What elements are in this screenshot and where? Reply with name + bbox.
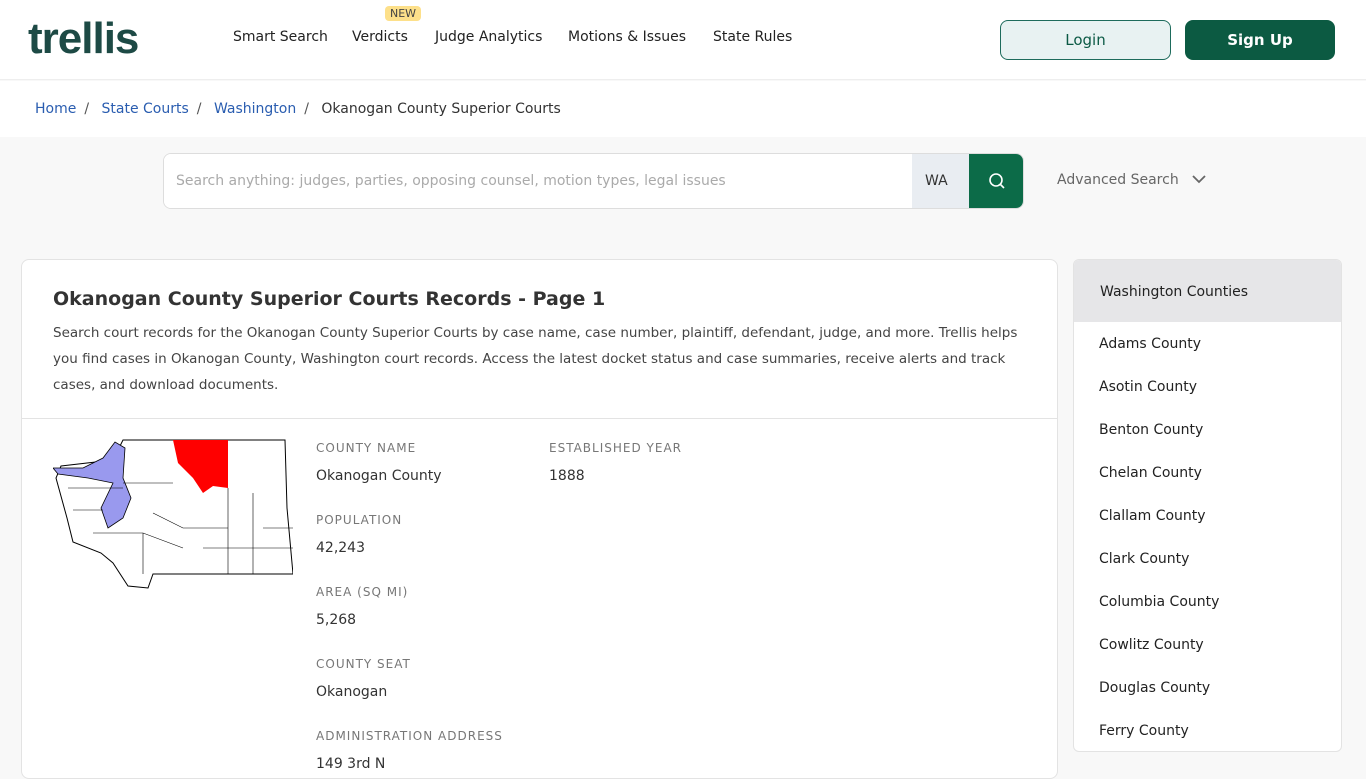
sidebar-item-clark[interactable]: Clark County bbox=[1074, 537, 1341, 580]
admin-address-value: 149 3rd N bbox=[316, 756, 386, 772]
area-value: 5,268 bbox=[316, 612, 357, 628]
chevron-down-icon bbox=[1192, 175, 1206, 184]
page-title: Okanogan County Superior Courts Records … bbox=[53, 288, 606, 310]
population-value: 42,243 bbox=[316, 540, 365, 556]
breadcrumb-state-courts[interactable]: State Courts bbox=[102, 101, 189, 117]
search-button[interactable] bbox=[969, 154, 1023, 208]
breadcrumb-washington[interactable]: Washington bbox=[214, 101, 296, 117]
sidebar-item-ferry[interactable]: Ferry County bbox=[1074, 709, 1341, 751]
nav-smart-search[interactable]: Smart Search bbox=[233, 29, 328, 45]
breadcrumb: Home / State Courts / Washington / Okanogan… bbox=[0, 81, 1366, 137]
search-bar: WA bbox=[163, 153, 1024, 209]
nav-motions-issues[interactable]: Motions & Issues bbox=[568, 29, 686, 45]
county-seat-value: Okanogan bbox=[316, 684, 388, 700]
sidebar-title: Washington Counties bbox=[1074, 260, 1341, 322]
sign-up-button[interactable]: Sign Up bbox=[1185, 20, 1335, 60]
search-icon bbox=[989, 173, 1005, 189]
sidebar-item-adams[interactable]: Adams County bbox=[1074, 322, 1341, 365]
sidebar-item-columbia[interactable]: Columbia County bbox=[1074, 580, 1341, 623]
county-name-label: COUNTY NAME bbox=[316, 441, 417, 455]
new-badge: NEW bbox=[385, 6, 422, 21]
sidebar-item-cowlitz[interactable]: Cowlitz County bbox=[1074, 623, 1341, 666]
search-input[interactable] bbox=[164, 154, 912, 208]
established-year-value: 1888 bbox=[549, 468, 585, 484]
advanced-search-toggle[interactable]: Advanced Search bbox=[1057, 172, 1207, 188]
state-selector[interactable]: WA bbox=[912, 154, 969, 208]
county-name-value: Okanogan County bbox=[316, 468, 442, 484]
sidebar-item-chelan[interactable]: Chelan County bbox=[1074, 451, 1341, 494]
trellis-logo[interactable]: trellis bbox=[28, 14, 139, 64]
nav-judge-analytics[interactable]: Judge Analytics bbox=[435, 29, 542, 45]
breadcrumb-home[interactable]: Home bbox=[35, 101, 76, 117]
login-button[interactable]: Login bbox=[1000, 20, 1171, 60]
divider bbox=[22, 418, 1057, 419]
nav-state-rules[interactable]: State Rules bbox=[713, 29, 792, 45]
admin-address-label: ADMINISTRATION ADDRESS bbox=[316, 729, 503, 743]
nav-verdicts[interactable]: Verdicts bbox=[352, 29, 408, 45]
court-info-card: Okanogan County Superior Courts Records … bbox=[21, 259, 1058, 779]
sidebar-item-clallam[interactable]: Clallam County bbox=[1074, 494, 1341, 537]
area-label: AREA (SQ MI) bbox=[316, 585, 409, 599]
established-year-label: ESTABLISHED YEAR bbox=[549, 441, 682, 455]
sidebar-item-benton[interactable]: Benton County bbox=[1074, 408, 1341, 451]
population-label: POPULATION bbox=[316, 513, 403, 527]
page-description: Search court records for the Okanogan Co… bbox=[53, 325, 1018, 393]
county-seat-label: COUNTY SEAT bbox=[316, 657, 411, 671]
sidebar-item-douglas[interactable]: Douglas County bbox=[1074, 666, 1341, 709]
county-map-image bbox=[53, 439, 293, 589]
advanced-search-label: Advanced Search bbox=[1057, 172, 1179, 188]
sidebar-item-asotin[interactable]: Asotin County bbox=[1074, 365, 1341, 408]
header: trellis Smart Search NEW Verdicts Judge … bbox=[0, 0, 1366, 80]
breadcrumb-current: Okanogan County Superior Courts bbox=[321, 101, 561, 117]
counties-sidebar: Washington Counties Adams County Asotin … bbox=[1073, 259, 1342, 752]
